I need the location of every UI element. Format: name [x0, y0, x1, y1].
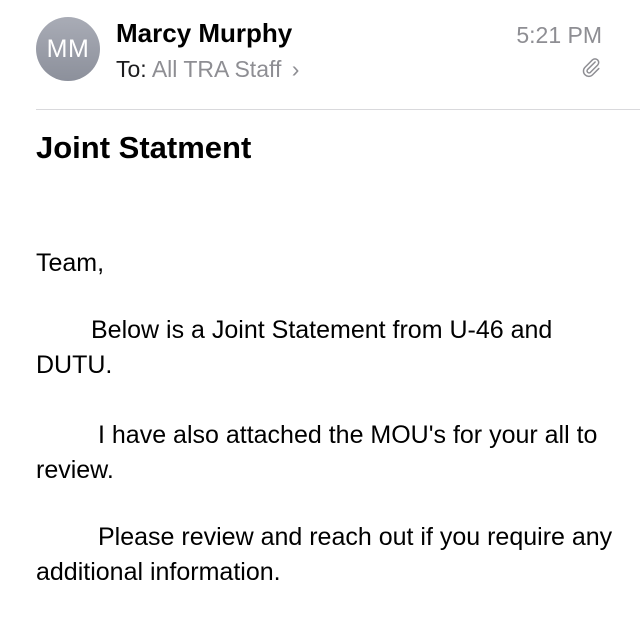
message-time: 5:21 PM: [516, 22, 602, 48]
message-paragraph: Below is a Joint Statement from U-46 and…: [36, 316, 553, 379]
avatar[interactable]: MM: [36, 17, 100, 81]
message-greeting: Team,: [36, 249, 105, 277]
to-label: To:: [116, 56, 147, 82]
message-header: MM Marcy Murphy To: All TRA Staff › 5:21…: [0, 0, 640, 110]
chevron-right-icon[interactable]: ›: [292, 56, 300, 82]
recipients-line[interactable]: To: All TRA Staff ›: [116, 54, 299, 84]
message-paragraph: Please review and reach out if you requi…: [36, 523, 613, 586]
sender-name[interactable]: Marcy Murphy: [116, 16, 292, 50]
header-divider: [36, 109, 640, 110]
message-subject: Joint Statment: [36, 130, 252, 165]
message-paragraph: I have also attached the MOU's for your …: [36, 421, 598, 484]
recipients-list[interactable]: All TRA Staff: [152, 56, 282, 82]
paperclip-icon: [582, 58, 600, 78]
